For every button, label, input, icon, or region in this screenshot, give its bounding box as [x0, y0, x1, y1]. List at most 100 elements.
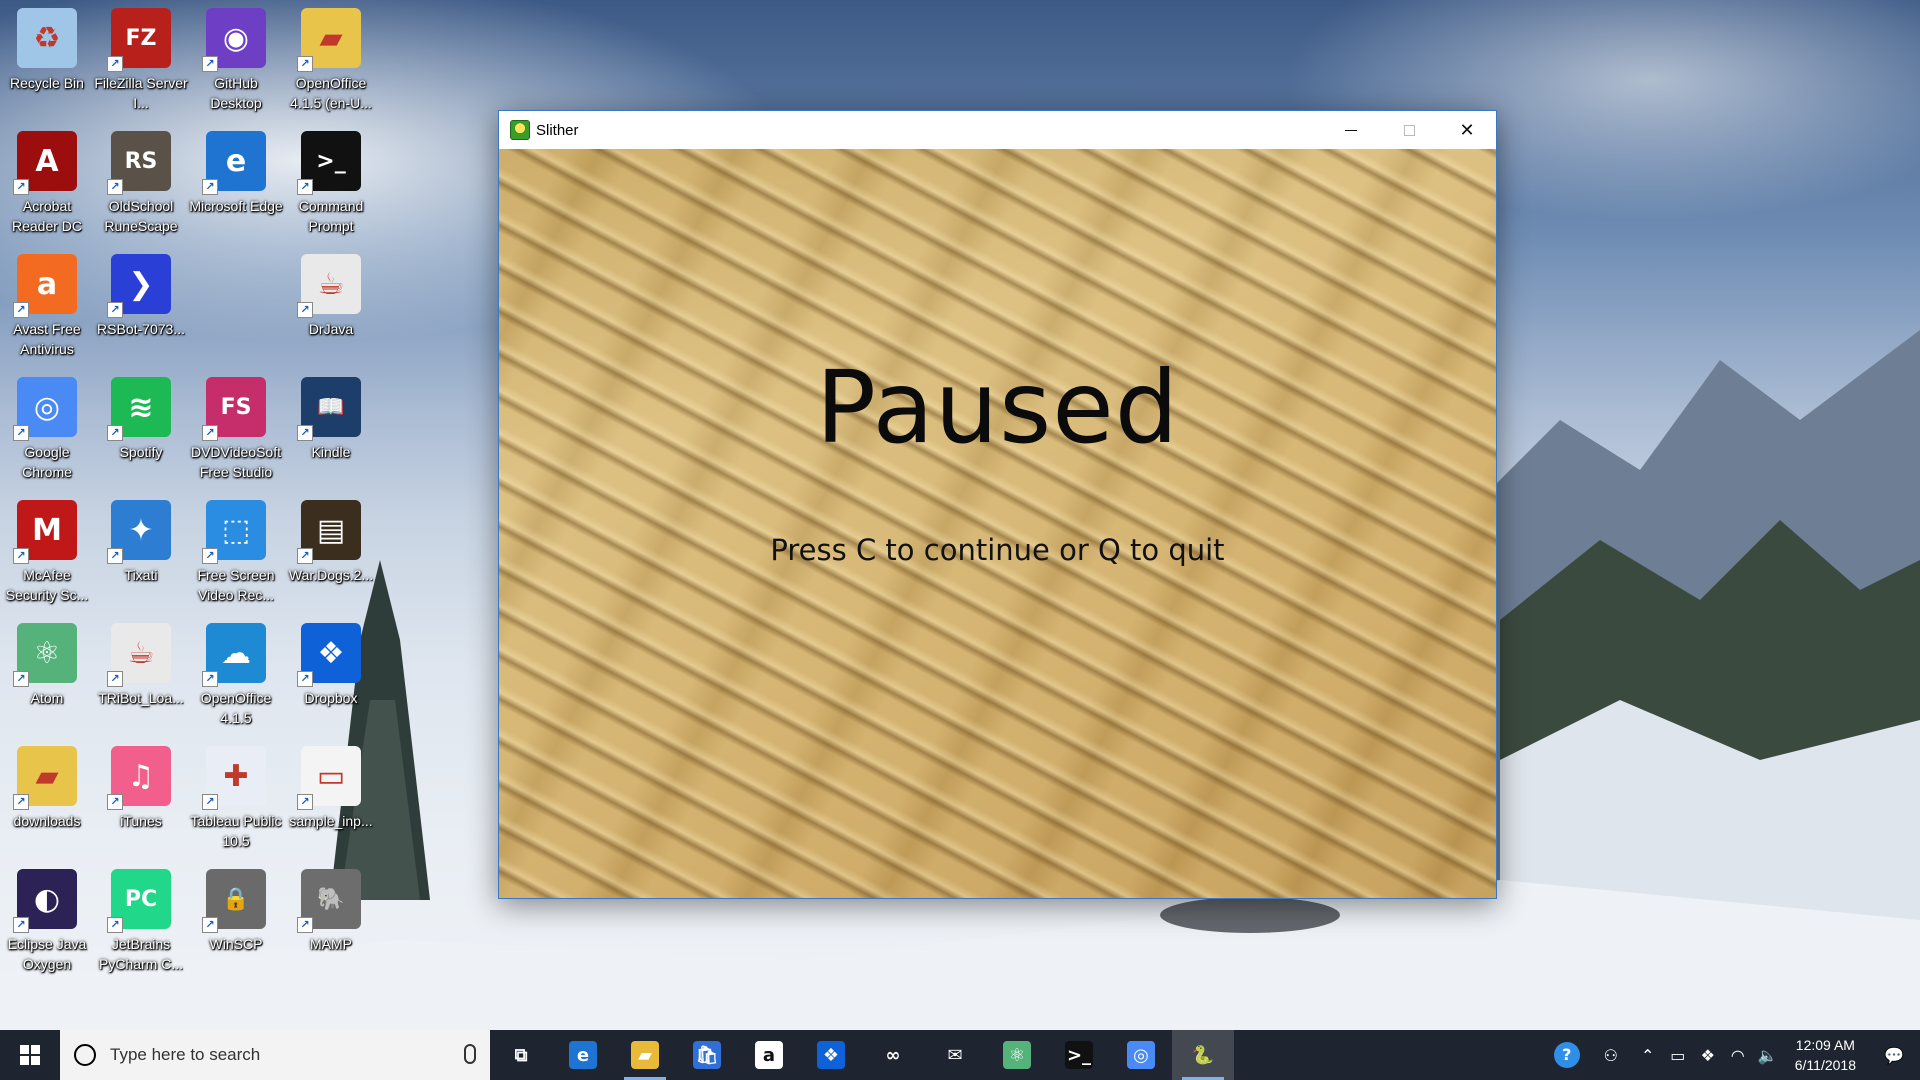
desktop-shortcut[interactable]: ✚ ↗ Tableau Public 10.5: [189, 746, 283, 851]
desktop-shortcut-label: Free Screen Video Rec...: [197, 567, 275, 603]
close-button[interactable]: ✕: [1438, 111, 1496, 149]
desktop-shortcut[interactable]: 🐘 ↗ MAMP: [284, 869, 378, 954]
slither-window[interactable]: Slither ✕ Paused Press C to continue or …: [498, 110, 1497, 899]
taskbar-app-button[interactable]: e: [552, 1030, 614, 1080]
desktop-shortcut[interactable]: ☕ ↗ DrJava: [284, 254, 378, 339]
desktop-shortcut[interactable]: FZ ↗ FileZilla Server I...: [94, 8, 188, 113]
minimize-button[interactable]: [1322, 111, 1380, 149]
desktop-shortcut[interactable]: ❖ ↗ Dropbox: [284, 623, 378, 708]
desktop-shortcut-label: Microsoft Edge: [189, 198, 283, 214]
desktop-shortcut[interactable]: ≋ ↗ Spotify: [94, 377, 188, 462]
github-icon: ◉ ↗: [202, 8, 266, 72]
desktop-shortcut[interactable]: ⚛ ↗ Atom: [0, 623, 94, 708]
desktop-shortcut[interactable]: ❯ ↗ RSBot-7073...: [94, 254, 188, 339]
maximize-button[interactable]: [1380, 111, 1438, 149]
desktop-shortcut[interactable]: PC ↗ JetBrains PyCharm C...: [94, 869, 188, 974]
desktop-shortcut-label: War.Dogs.2...: [288, 567, 374, 583]
taskbar-app-button[interactable]: 🛍: [676, 1030, 738, 1080]
desktop-shortcut[interactable]: ◉ ↗ GitHub Desktop: [189, 8, 283, 113]
shortcut-arrow-icon: ↗: [202, 425, 218, 441]
desktop-shortcut[interactable]: RS ↗ OldSchool RuneScape: [94, 131, 188, 236]
clock[interactable]: 12:09 AM 6/11/2018: [1783, 1035, 1868, 1075]
desktop-shortcut[interactable]: 🔒 ↗ WinSCP: [189, 869, 283, 954]
cortana-icon: [74, 1044, 96, 1066]
chrome-icon: ◎ ↗: [13, 377, 77, 441]
shortcut-arrow-icon: ↗: [297, 917, 313, 933]
window-titlebar[interactable]: Slither ✕: [499, 111, 1496, 149]
desktop-shortcut-label: Atom: [30, 690, 64, 706]
taskbar-app-button[interactable]: ⚛: [986, 1030, 1048, 1080]
desktop-shortcut[interactable]: ♫ ↗ iTunes: [94, 746, 188, 831]
shortcut-arrow-icon: ↗: [107, 917, 123, 933]
desktop-shortcut-label: Tixati: [124, 567, 158, 583]
taskbar-search-box[interactable]: Type here to search: [60, 1030, 490, 1080]
shortcut-arrow-icon: ↗: [13, 917, 29, 933]
system-tray: ? ⚇ ⌃ ▭ ❖ ◠ 🔈 12:09 AM 6/11/2018 💬: [1545, 1030, 1920, 1080]
spotify-icon: ≋ ↗: [107, 377, 171, 441]
start-button[interactable]: [0, 1030, 60, 1080]
desktop-shortcut[interactable]: >_ ↗ Command Prompt: [284, 131, 378, 236]
chrome-icon: ◎: [1127, 1041, 1155, 1069]
text-file-icon: ▭ ↗: [297, 746, 361, 810]
desktop-shortcut[interactable]: e ↗ Microsoft Edge: [189, 131, 283, 216]
help-icon[interactable]: ?: [1545, 1030, 1589, 1080]
taskbar-app-button[interactable]: ∞: [862, 1030, 924, 1080]
desktop-shortcut[interactable]: ▤ ↗ War.Dogs.2...: [284, 500, 378, 585]
taskbar-app-button[interactable]: ❖: [800, 1030, 862, 1080]
desktop-shortcut-label: McAfee Security Sc...: [5, 567, 89, 603]
edge-icon: e: [569, 1041, 597, 1069]
close-icon: ✕: [1459, 119, 1475, 141]
python-icon: 🐍: [1191, 1044, 1215, 1066]
taskbar-app-button[interactable]: ⧉: [490, 1030, 552, 1080]
desktop-shortcut[interactable]: ⬚ ↗ Free Screen Video Rec...: [189, 500, 283, 605]
desktop-shortcut[interactable]: M ↗ McAfee Security Sc...: [0, 500, 94, 605]
itunes-icon: ♫ ↗: [107, 746, 171, 810]
winscp-icon: 🔒 ↗: [202, 869, 266, 933]
desktop-shortcut-label: downloads: [13, 813, 81, 829]
desktop-shortcut-label: MAMP: [310, 936, 352, 952]
desktop-shortcut[interactable]: ✦ ↗ Tixati: [94, 500, 188, 585]
taskbar-app-button[interactable]: >_: [1048, 1030, 1110, 1080]
desktop-shortcut[interactable]: 📖 ↗ Kindle: [284, 377, 378, 462]
show-hidden-icons-icon[interactable]: ⌃: [1633, 1030, 1663, 1080]
java-icon: ☕ ↗: [107, 623, 171, 687]
shortcut-arrow-icon: ↗: [297, 671, 313, 687]
desktop-shortcut-label: WinSCP: [209, 936, 263, 952]
mamp-icon: 🐘 ↗: [297, 869, 361, 933]
volume-icon[interactable]: 🔈: [1753, 1030, 1783, 1080]
desktop-shortcut[interactable]: A ↗ Acrobat Reader DC: [0, 131, 94, 236]
taskbar-app-button[interactable]: ◎: [1110, 1030, 1172, 1080]
taskbar-app-button[interactable]: a: [738, 1030, 800, 1080]
desktop-shortcut[interactable]: ▰ ↗ downloads: [0, 746, 94, 831]
desktop-shortcut-label: DrJava: [308, 321, 354, 337]
battery-icon[interactable]: ▭: [1663, 1030, 1693, 1080]
minimize-icon: [1345, 129, 1357, 131]
filezilla-icon: FZ ↗: [107, 8, 171, 72]
taskbar-app-button[interactable]: ✉: [924, 1030, 986, 1080]
shortcut-arrow-icon: ↗: [202, 179, 218, 195]
wifi-icon[interactable]: ◠: [1723, 1030, 1753, 1080]
store-icon: 🛍: [693, 1041, 721, 1069]
desktop-shortcut[interactable]: ◎ ↗ Google Chrome: [0, 377, 94, 482]
dropbox-tray-icon[interactable]: ❖: [1693, 1030, 1723, 1080]
game-canvas[interactable]: Paused Press C to continue or Q to quit: [499, 149, 1496, 898]
microphone-icon[interactable]: [464, 1044, 476, 1064]
desktop-shortcut-label: Acrobat Reader DC: [11, 198, 83, 234]
taskbar-app-button[interactable]: 🐍: [1172, 1030, 1234, 1080]
desktop-shortcut[interactable]: a ↗ Avast Free Antivirus: [0, 254, 94, 359]
desktop-shortcut[interactable]: ◐ ↗ Eclipse Java Oxygen: [0, 869, 94, 974]
desktop-shortcut[interactable]: ☁ ↗ OpenOffice 4.1.5: [189, 623, 283, 728]
windows-logo-icon: [20, 1045, 40, 1065]
shortcut-arrow-icon: ↗: [297, 179, 313, 195]
desktop-shortcut[interactable]: ▰ ↗ OpenOffice 4.1.5 (en-U...: [284, 8, 378, 113]
desktop-shortcut[interactable]: ♻ Recycle Bin: [0, 8, 94, 93]
desktop-shortcut[interactable]: FS ↗ DVDVideoSoft Free Studio: [189, 377, 283, 482]
taskbar-app-button[interactable]: ▰: [614, 1030, 676, 1080]
desktop-shortcut[interactable]: ☕ ↗ TRiBot_Loa...: [94, 623, 188, 708]
action-center-icon[interactable]: 💬: [1868, 1030, 1920, 1080]
people-icon[interactable]: ⚇: [1589, 1030, 1633, 1080]
shortcut-arrow-icon: ↗: [202, 794, 218, 810]
desktop-shortcut-label: DVDVideoSoft Free Studio: [190, 444, 281, 480]
desktop-shortcut[interactable]: ▭ ↗ sample_inp...: [284, 746, 378, 831]
openoffice-icon: ☁ ↗: [202, 623, 266, 687]
